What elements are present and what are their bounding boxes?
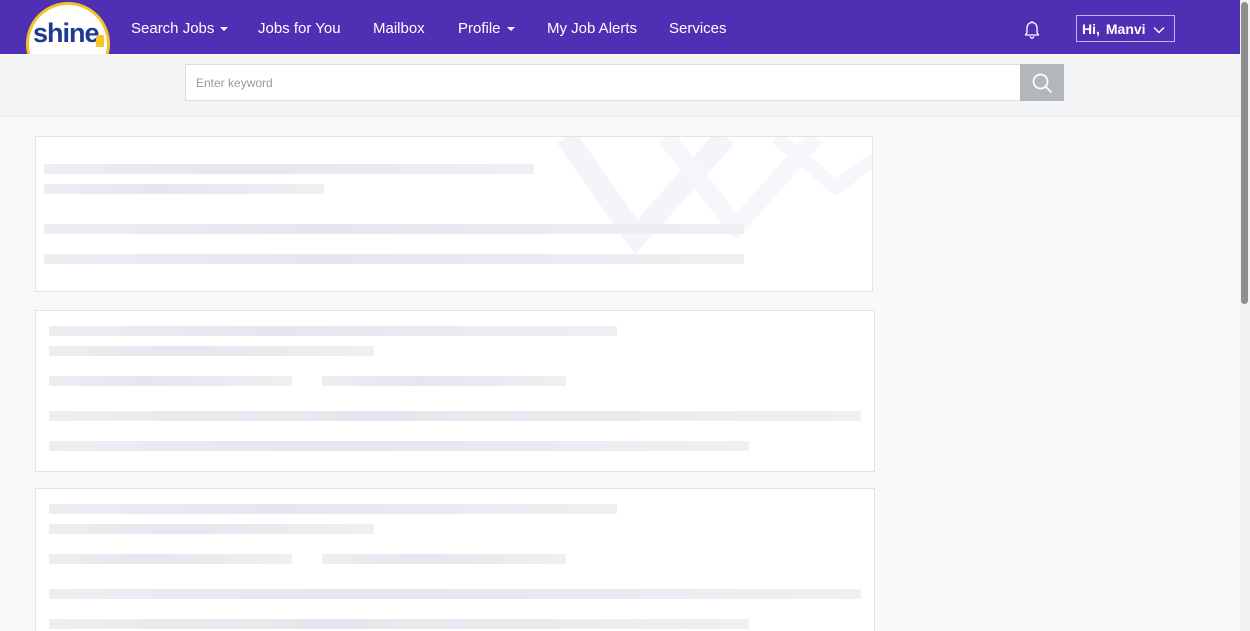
chevron-down-icon <box>1153 22 1165 34</box>
skeleton-line <box>322 554 566 564</box>
skeleton-line <box>49 524 374 534</box>
user-menu[interactable]: Hi, Manvi <box>1076 15 1175 42</box>
skeleton-line <box>49 619 749 629</box>
skeleton-line <box>44 224 744 234</box>
loading-profile-card <box>35 136 873 292</box>
nav-mailbox[interactable]: Mailbox <box>373 20 425 37</box>
caret-down-icon <box>506 27 515 32</box>
skeleton-line <box>44 254 744 264</box>
nav-profile[interactable]: Profile <box>458 20 515 37</box>
skeleton-line <box>49 554 292 564</box>
logo-dot <box>96 35 104 47</box>
shine-logo[interactable]: shine <box>26 0 110 54</box>
loading-job-card <box>35 488 875 631</box>
search-input[interactable] <box>185 64 1021 101</box>
search-section <box>0 54 1240 117</box>
skeleton-line <box>49 346 374 356</box>
search-button[interactable] <box>1020 64 1064 101</box>
nav-my-job-alerts-label: My Job Alerts <box>547 20 638 37</box>
search-icon <box>1032 73 1052 93</box>
nav-mailbox-label: Mailbox <box>373 20 425 37</box>
nav-search-jobs[interactable]: Search Jobs <box>131 20 229 37</box>
nav-services-label: Services <box>669 20 727 37</box>
greeting-text: Hi, <box>1082 20 1100 37</box>
nav-profile-label: Profile <box>458 20 501 37</box>
skeleton-line <box>49 326 617 336</box>
bell-icon[interactable] <box>1022 20 1042 40</box>
user-name: Manvi <box>1105 20 1146 37</box>
nav-search-jobs-label: Search Jobs <box>131 20 215 37</box>
skeleton-line <box>49 411 861 421</box>
skeleton-line <box>44 184 324 194</box>
nav-my-job-alerts[interactable]: My Job Alerts <box>547 20 637 37</box>
skeleton-line <box>44 164 534 174</box>
skeleton-line <box>49 376 292 386</box>
skeleton-line <box>49 441 749 451</box>
scrollbar-thumb[interactable] <box>1241 2 1248 304</box>
top-nav-bar: shine Search Jobs Jobs for You Mailbox P… <box>0 0 1240 54</box>
logo-text: shine <box>33 18 100 48</box>
nav-jobs-for-you-label: Jobs for You <box>258 20 341 37</box>
watermark-graphic <box>556 137 872 255</box>
skeleton-line <box>49 504 617 514</box>
nav-jobs-for-you[interactable]: Jobs for You <box>258 20 341 37</box>
caret-down-icon <box>220 27 229 32</box>
skeleton-line <box>322 376 566 386</box>
nav-services[interactable]: Services <box>669 20 727 37</box>
loading-job-card <box>35 310 875 472</box>
skeleton-line <box>49 589 861 599</box>
